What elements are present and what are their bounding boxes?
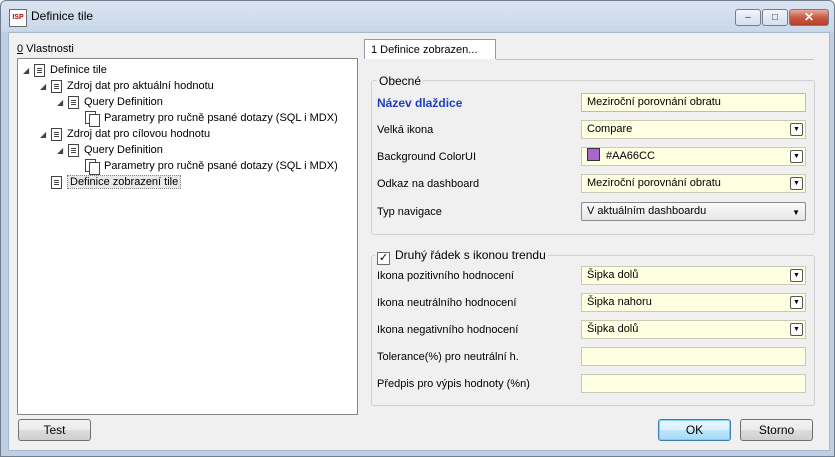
checkbox-icon[interactable]: ✓ bbox=[377, 252, 390, 265]
tree-item-label: Query Definition bbox=[84, 96, 163, 108]
documents-icon bbox=[85, 159, 100, 175]
document-icon bbox=[51, 127, 62, 141]
nav-type-combo[interactable]: V aktuálním dashboardu ▼ bbox=[581, 202, 806, 221]
negative-icon-value: Šipka dolů bbox=[587, 323, 639, 335]
document-icon bbox=[51, 175, 62, 189]
tree-item-label: Query Definition bbox=[84, 144, 163, 156]
expand-arrow-icon[interactable]: ◢ bbox=[40, 130, 49, 139]
neutral-icon-label: Ikona neutrálního hodnocení bbox=[377, 297, 517, 309]
tree-item-label: Zdroj dat pro cílovou hodnotu bbox=[67, 128, 211, 140]
bg-color-value: #AA66CC bbox=[606, 150, 655, 162]
tree-item-label: Zdroj dat pro aktuální hodnotu bbox=[67, 80, 214, 92]
tree-item-current-source[interactable]: ◢ Zdroj dat pro aktuální hodnotu bbox=[40, 78, 214, 94]
title-bar[interactable]: ISP Definice tile – □ ✕ bbox=[1, 1, 834, 31]
bg-color-select[interactable]: #AA66CC ▼ bbox=[581, 147, 806, 166]
general-group-legend: Obecné bbox=[377, 74, 424, 88]
expand-arrow-icon[interactable]: ◢ bbox=[57, 98, 66, 107]
dropdown-arrow-icon[interactable]: ▼ bbox=[790, 123, 803, 136]
negative-icon-label: Ikona negativního hodnocení bbox=[377, 324, 519, 336]
document-icon bbox=[68, 95, 79, 109]
big-icon-label: Velká ikona bbox=[377, 124, 434, 136]
document-icon bbox=[51, 79, 62, 93]
neutral-icon-select[interactable]: Šipka nahoru ▼ bbox=[581, 293, 806, 312]
positive-icon-select[interactable]: Šipka dolů ▼ bbox=[581, 266, 806, 285]
ok-button[interactable]: OK bbox=[658, 419, 731, 441]
chevron-down-icon: ▼ bbox=[792, 208, 800, 217]
tile-name-label: Název dlaždice bbox=[377, 96, 463, 110]
properties-label: 0 Vlastnosti bbox=[17, 43, 74, 55]
tree-item-label: Definice tile bbox=[50, 64, 107, 76]
color-swatch bbox=[587, 148, 600, 161]
dropdown-arrow-icon[interactable]: ▼ bbox=[790, 323, 803, 336]
minimize-button[interactable]: – bbox=[735, 9, 761, 26]
dashboard-link-label: Odkaz na dashboard bbox=[377, 178, 480, 190]
format-input[interactable] bbox=[581, 374, 806, 393]
expand-arrow-icon[interactable]: ◢ bbox=[23, 66, 32, 75]
dropdown-arrow-icon[interactable]: ▼ bbox=[790, 150, 803, 163]
tree-item-display-definition[interactable]: Definice zobrazení tile bbox=[51, 174, 182, 190]
cancel-button[interactable]: Storno bbox=[740, 419, 813, 441]
tile-name-input[interactable]: Meziroční porovnání obratu bbox=[581, 93, 806, 112]
documents-icon bbox=[85, 111, 100, 127]
expand-arrow-icon[interactable]: ◢ bbox=[57, 146, 66, 155]
document-icon bbox=[34, 63, 45, 77]
expand-arrow-icon[interactable]: ◢ bbox=[40, 82, 49, 91]
tree-item-parameters[interactable]: Parametry pro ručně psané dotazy (SQL i … bbox=[85, 110, 338, 127]
dialog-client: 0 Vlastnosti ◢ Definice tile ◢ Zdroj dat… bbox=[8, 32, 830, 451]
tree-item-label: Parametry pro ručně psané dotazy (SQL i … bbox=[104, 160, 338, 172]
dashboard-link-select[interactable]: Meziroční porovnání obratu ▼ bbox=[581, 174, 806, 193]
dropdown-arrow-icon[interactable]: ▼ bbox=[790, 296, 803, 309]
tree-item-query-definition[interactable]: ◢ Query Definition bbox=[57, 142, 163, 158]
nav-type-value: V aktuálním dashboardu bbox=[587, 205, 707, 217]
dashboard-link-value: Meziroční porovnání obratu bbox=[587, 177, 721, 189]
close-button[interactable]: ✕ bbox=[789, 9, 829, 26]
tree-item-target-source[interactable]: ◢ Zdroj dat pro cílovou hodnotu bbox=[40, 126, 210, 142]
neutral-icon-value: Šipka nahoru bbox=[587, 296, 652, 308]
nav-type-label: Typ navigace bbox=[377, 206, 442, 218]
big-icon-value: Compare bbox=[587, 123, 633, 135]
negative-icon-select[interactable]: Šipka dolů ▼ bbox=[581, 320, 806, 339]
tree-item-definice-tile[interactable]: ◢ Definice tile bbox=[23, 62, 107, 78]
tab-display-definition[interactable]: 1 Definice zobrazen... bbox=[364, 39, 496, 59]
tree-item-label: Parametry pro ručně psané dotazy (SQL i … bbox=[104, 112, 338, 124]
document-icon bbox=[68, 143, 79, 157]
tree-item-label: Definice zobrazení tile bbox=[67, 175, 182, 189]
tree-item-parameters[interactable]: Parametry pro ručně psané dotazy (SQL i … bbox=[85, 158, 338, 175]
trend-checkbox-label: Druhý řádek s ikonou trendu bbox=[395, 248, 546, 262]
positive-icon-label: Ikona pozitivního hodnocení bbox=[377, 270, 514, 282]
bg-color-label: Background ColorUI bbox=[377, 151, 477, 163]
dropdown-arrow-icon[interactable]: ▼ bbox=[790, 177, 803, 190]
dialog-window: ISP Definice tile – □ ✕ 0 Vlastnosti ◢ D… bbox=[0, 0, 835, 457]
tolerance-label: Tolerance(%) pro neutrální h. bbox=[377, 351, 519, 363]
test-button[interactable]: Test bbox=[18, 419, 91, 441]
properties-tree[interactable]: ◢ Definice tile ◢ Zdroj dat pro aktuální… bbox=[17, 58, 358, 415]
tree-item-query-definition[interactable]: ◢ Query Definition bbox=[57, 94, 163, 110]
positive-icon-value: Šipka dolů bbox=[587, 269, 639, 281]
big-icon-select[interactable]: Compare ▼ bbox=[581, 120, 806, 139]
window-title: Definice tile bbox=[31, 9, 94, 23]
app-icon: ISP bbox=[9, 9, 27, 27]
format-label: Předpis pro výpis hodnoty (%n) bbox=[377, 378, 530, 390]
tolerance-input[interactable] bbox=[581, 347, 806, 366]
tab-divider bbox=[496, 59, 814, 60]
trend-checkbox[interactable]: ✓ Druhý řádek s ikonou trendu bbox=[375, 248, 548, 265]
dropdown-arrow-icon[interactable]: ▼ bbox=[790, 269, 803, 282]
maximize-button[interactable]: □ bbox=[762, 9, 788, 26]
